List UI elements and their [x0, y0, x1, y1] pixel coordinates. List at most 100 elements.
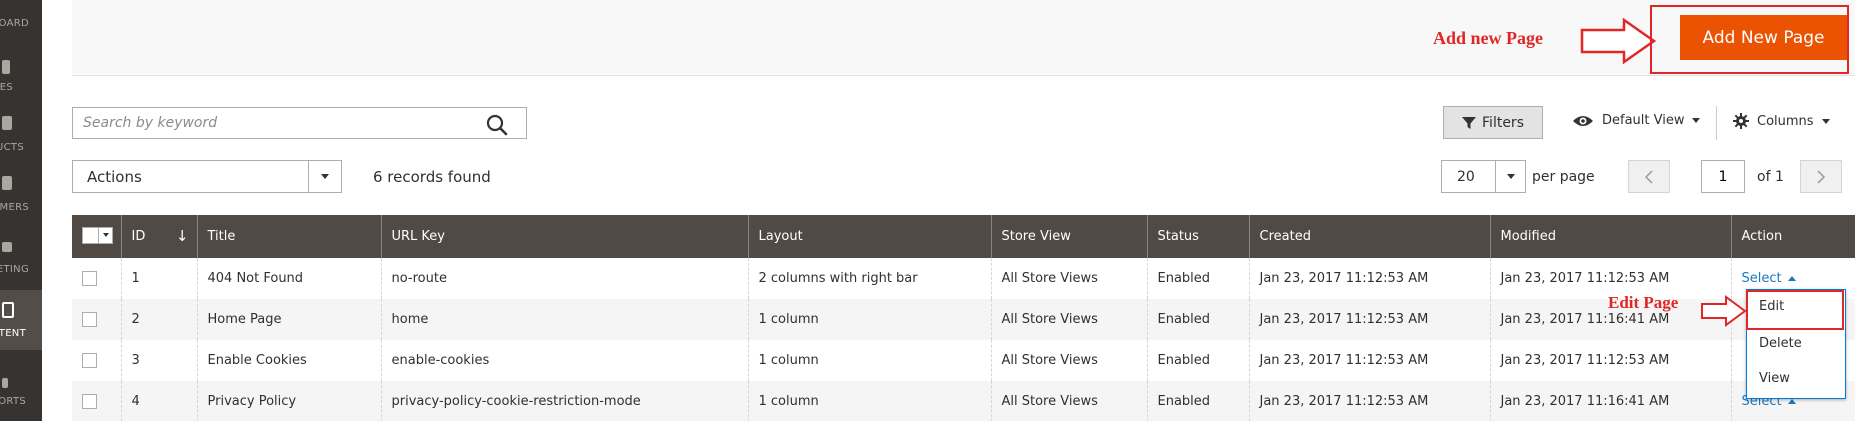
- menu-item-delete[interactable]: Delete: [1759, 336, 1802, 351]
- column-header-created[interactable]: Created: [1249, 215, 1491, 258]
- sidebar-item-products[interactable]: UCTS: [0, 104, 42, 166]
- add-new-page-button[interactable]: Add New Page: [1680, 15, 1847, 60]
- chevron-up-icon: [1787, 399, 1796, 404]
- per-page-select[interactable]: 20: [1441, 160, 1526, 193]
- next-page-button[interactable]: [1800, 160, 1842, 193]
- table-row: 2 Home Page home 1 column All Store View…: [72, 299, 1855, 340]
- cell-modified: Jan 23, 2017 11:16:41 AM: [1490, 381, 1732, 421]
- cell-modified: Jan 23, 2017 11:12:53 AM: [1490, 340, 1732, 381]
- per-page-value: 20: [1457, 168, 1475, 185]
- cell-id: 1: [121, 258, 198, 299]
- row-select-cell: [72, 340, 122, 381]
- annotation-add-new-page: Add new Page: [1433, 28, 1544, 48]
- megaphone-icon: [2, 242, 12, 252]
- search-icon[interactable]: [486, 114, 508, 136]
- mass-actions-select[interactable]: Actions: [72, 160, 342, 193]
- toolbar-divider: [1716, 106, 1717, 140]
- funnel-icon: [1462, 116, 1477, 129]
- sort-down-icon: ↓: [175, 227, 189, 245]
- chevron-down-icon: [1495, 161, 1525, 192]
- menu-item-view[interactable]: View: [1759, 371, 1790, 386]
- page-total: of 1: [1757, 169, 1784, 185]
- column-header-url-key[interactable]: URL Key: [381, 215, 749, 258]
- cell-status: Enabled: [1147, 258, 1250, 299]
- chevron-down-icon: [308, 161, 341, 192]
- filters-button[interactable]: Filters: [1443, 106, 1543, 139]
- columns-label: Columns: [1757, 113, 1814, 129]
- chevron-right-icon: [1817, 169, 1826, 184]
- sidebar-item-label: UCTS: [0, 142, 24, 153]
- cell-created: Jan 23, 2017 11:12:53 AM: [1249, 381, 1491, 421]
- cell-title: Home Page: [197, 299, 382, 340]
- cell-status: Enabled: [1147, 340, 1250, 381]
- eye-icon: [1573, 115, 1593, 126]
- cms-pages-grid: ID ↓ Title URL Key Layout Store View Sta…: [72, 215, 1855, 421]
- sidebar-item-marketing[interactable]: ETING: [0, 228, 42, 290]
- content-icon: [2, 302, 14, 318]
- row-checkbox[interactable]: [82, 271, 97, 286]
- person-icon: [2, 176, 12, 190]
- column-header-title[interactable]: Title: [197, 215, 382, 258]
- row-checkbox[interactable]: [82, 353, 97, 368]
- sidebar-item-label: BOARD: [0, 18, 29, 29]
- cell-store-view: All Store Views: [991, 381, 1148, 421]
- column-header-modified[interactable]: Modified: [1490, 215, 1732, 258]
- chevron-down-icon: [1692, 118, 1701, 123]
- cell-status: Enabled: [1147, 381, 1250, 421]
- search-input[interactable]: [73, 108, 473, 138]
- columns-dropdown[interactable]: Columns: [1733, 113, 1830, 129]
- sidebar-item-customers[interactable]: MERS: [0, 166, 42, 228]
- cell-id: 2: [121, 299, 198, 340]
- column-label: ID: [131, 229, 146, 244]
- select-all-header: [72, 215, 122, 258]
- mass-actions-label: Actions: [87, 167, 142, 186]
- records-count: 6 records found: [373, 168, 491, 186]
- cell-url-key: no-route: [381, 258, 749, 299]
- row-checkbox[interactable]: [82, 394, 97, 409]
- cell-title: 404 Not Found: [197, 258, 382, 299]
- cell-store-view: All Store Views: [991, 340, 1148, 381]
- default-view-label: Default View: [1602, 113, 1685, 128]
- sidebar-item-label: ORTS: [0, 396, 26, 407]
- annotation-arrow-right-icon: [1580, 18, 1657, 64]
- sidebar-item-content[interactable]: TENT: [0, 290, 42, 350]
- cell-id: 3: [121, 340, 198, 381]
- cell-url-key: privacy-policy-cookie-restriction-mode: [381, 381, 749, 421]
- table-row: 1 404 Not Found no-route 2 columns with …: [72, 258, 1855, 299]
- annotation-arrow-right-icon: [1701, 295, 1747, 327]
- row-select-cell: [72, 299, 122, 340]
- cell-created: Jan 23, 2017 11:12:53 AM: [1249, 299, 1491, 340]
- row-action-select[interactable]: Select: [1742, 271, 1796, 286]
- default-view-dropdown[interactable]: Default View: [1572, 113, 1701, 128]
- cell-created: Jan 23, 2017 11:12:53 AM: [1249, 340, 1491, 381]
- row-action-label: Select: [1741, 271, 1782, 286]
- chevron-left-icon: [1644, 169, 1653, 184]
- cell-url-key: enable-cookies: [381, 340, 749, 381]
- column-header-layout[interactable]: Layout: [748, 215, 992, 258]
- current-page-input[interactable]: [1701, 160, 1745, 193]
- row-checkbox[interactable]: [82, 312, 97, 327]
- cell-store-view: All Store Views: [991, 299, 1148, 340]
- bar-chart-icon: [2, 378, 8, 388]
- box-icon: [2, 116, 12, 130]
- sidebar-item-label: ES: [0, 82, 13, 93]
- mass-select-checkbox[interactable]: [82, 226, 113, 244]
- previous-page-button[interactable]: [1628, 160, 1670, 193]
- cell-created: Jan 23, 2017 11:12:53 AM: [1249, 258, 1491, 299]
- column-header-status[interactable]: Status: [1147, 215, 1250, 258]
- sidebar-item-reports[interactable]: ORTS: [0, 364, 42, 421]
- cell-status: Enabled: [1147, 299, 1250, 340]
- column-header-id[interactable]: ID ↓: [121, 215, 198, 258]
- annotation-box-edit-item: [1746, 290, 1844, 330]
- filters-label: Filters: [1482, 114, 1524, 131]
- cell-title: Privacy Policy: [197, 381, 382, 421]
- per-page-label: per page: [1532, 169, 1595, 185]
- cell-layout: 1 column: [748, 381, 992, 421]
- sidebar-item-label: TENT: [0, 328, 26, 339]
- cell-store-view: All Store Views: [991, 258, 1148, 299]
- cell-id: 4: [121, 381, 198, 421]
- column-header-store-view[interactable]: Store View: [991, 215, 1148, 258]
- grid-header-row: ID ↓ Title URL Key Layout Store View Sta…: [72, 215, 1855, 258]
- cell-layout: 2 columns with right bar: [748, 258, 992, 299]
- cell-title: Enable Cookies: [197, 340, 382, 381]
